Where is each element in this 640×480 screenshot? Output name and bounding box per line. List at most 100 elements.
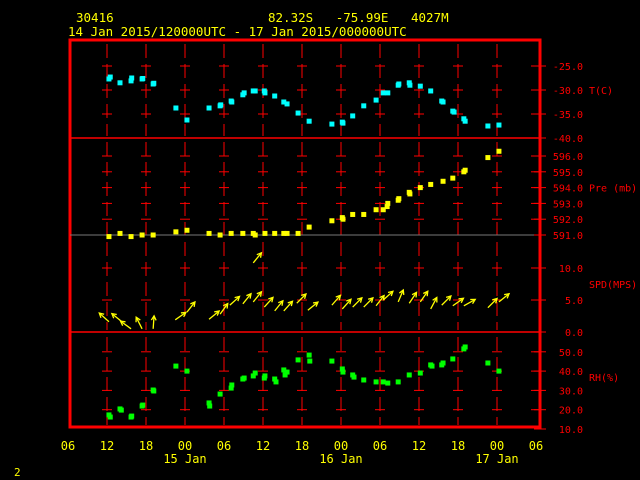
temperature-point [229, 99, 235, 105]
axis-tick-label: 593.0 [553, 199, 583, 210]
pressure-point [373, 207, 379, 213]
wind-arrow [341, 298, 352, 310]
axis-tick-label: -35.0 [553, 110, 583, 121]
station-id: 30416 [76, 10, 114, 25]
temperature-point [206, 105, 212, 111]
x-day-label: 15 Jan [163, 452, 206, 466]
wind-arrow [252, 251, 263, 264]
x-tick-label: 00 [334, 439, 348, 453]
relative-humidity-point [395, 379, 401, 385]
temperature-point [496, 122, 502, 128]
relative-humidity-point [496, 368, 502, 374]
station-location: 82.32S -75.99E 4027M [268, 10, 449, 25]
pressure-point [128, 234, 134, 240]
temperature-point [272, 93, 278, 99]
x-tick-label: 18 [139, 439, 153, 453]
wind-arrow [283, 300, 294, 312]
wind-arrow [263, 296, 274, 308]
temperature-point [184, 117, 190, 123]
relative-humidity-point [450, 356, 456, 362]
pressure-point [306, 224, 312, 230]
relative-humidity-point [485, 360, 491, 366]
x-tick-label: 06 [61, 439, 75, 453]
wind-arrow [419, 290, 429, 303]
pressure-point [385, 200, 391, 206]
pressure-point [252, 232, 258, 238]
x-tick-label: 12 [100, 439, 114, 453]
temperature-point [385, 90, 391, 96]
temperature-point [129, 75, 135, 81]
wind-arrow [119, 320, 132, 330]
temperature-point [173, 105, 179, 111]
relative-humidity-point [284, 369, 290, 375]
axis-tick-label: 591.0 [553, 231, 583, 242]
axis-tick-label: 5.0 [565, 296, 583, 307]
temperature-point [252, 88, 258, 94]
wind-arrow [274, 299, 284, 312]
pressure-point [117, 230, 123, 236]
temperature-point [262, 90, 268, 96]
pressure-point [417, 185, 423, 191]
temperature-point [295, 110, 301, 116]
wind-arrow [487, 297, 499, 309]
x-tick-label: 06 [373, 439, 387, 453]
pressure-point [450, 175, 456, 181]
pressure-point [173, 229, 179, 235]
pressure-point [217, 232, 223, 238]
axis-tick-label: 0.0 [565, 328, 583, 339]
pressure-point [462, 167, 468, 173]
x-tick-label: 12 [412, 439, 426, 453]
pressure-point [106, 234, 112, 240]
pressure-point [284, 230, 290, 236]
wind-arrow [441, 294, 452, 306]
axis-tick-label: 10.0 [559, 264, 583, 275]
temperature-point [117, 80, 123, 86]
wind-arrow [135, 316, 143, 330]
temperature-point [428, 88, 434, 94]
wind-arrow [150, 314, 157, 329]
relative-humidity-point [129, 413, 135, 419]
pressure-point [407, 191, 413, 197]
x-tick-label: 00 [178, 439, 192, 453]
relative-humidity-point [380, 379, 386, 385]
page-number: 2 [14, 466, 21, 479]
axis-tick-label: 592.0 [553, 215, 583, 226]
temperature-point [329, 121, 335, 127]
wind-arrow [242, 292, 252, 305]
axis-tick-label: 595.0 [553, 168, 583, 179]
x-tick-label: 00 [490, 439, 504, 453]
relative-humidity-point [252, 370, 258, 376]
temperature-point [417, 83, 423, 89]
temperature-point [396, 81, 402, 87]
meteogram-chart: -25.0 -30.0 -35.0 -40.0 T(C) 596.0 595.0 594.0 5… [14, 10, 637, 479]
relative-humidity-point [361, 377, 367, 383]
pressure-point [361, 211, 367, 217]
temperature-point [407, 82, 413, 88]
relative-humidity-point [107, 414, 113, 420]
temperature-point [350, 113, 356, 119]
temperature-point [373, 97, 379, 103]
axis-tick-label: 596.0 [553, 152, 583, 163]
relative-humidity-point [140, 402, 146, 408]
temperature-point [140, 75, 146, 81]
panel-label-temperature: T(C) [589, 86, 613, 97]
relative-humidity-point [307, 358, 313, 364]
temperature-point [451, 109, 457, 115]
relative-humidity-point [217, 391, 223, 397]
relative-humidity-point [207, 403, 213, 409]
pressure-point [428, 181, 434, 187]
temperature-point [462, 118, 468, 124]
axis-tick-label: -40.0 [553, 134, 583, 145]
relative-humidity-point [184, 368, 190, 374]
relative-humidity-point [306, 352, 312, 358]
wind-arrow [408, 291, 418, 304]
temperature-point [340, 120, 346, 126]
panel-label-wind-speed: SPD(MPS) [589, 280, 637, 291]
wind-arrow [397, 288, 405, 303]
pressure-point [150, 232, 156, 238]
time-axis: 06 12 18 00 06 12 18 00 06 12 18 00 06 15 Jan 16 Jan 17… [61, 439, 543, 466]
pressure-point [228, 230, 234, 236]
panel-label-relative-humidity: RH(%) [589, 373, 619, 384]
axis-tick-label: 50.0 [559, 348, 583, 359]
wind-arrow [186, 300, 196, 313]
